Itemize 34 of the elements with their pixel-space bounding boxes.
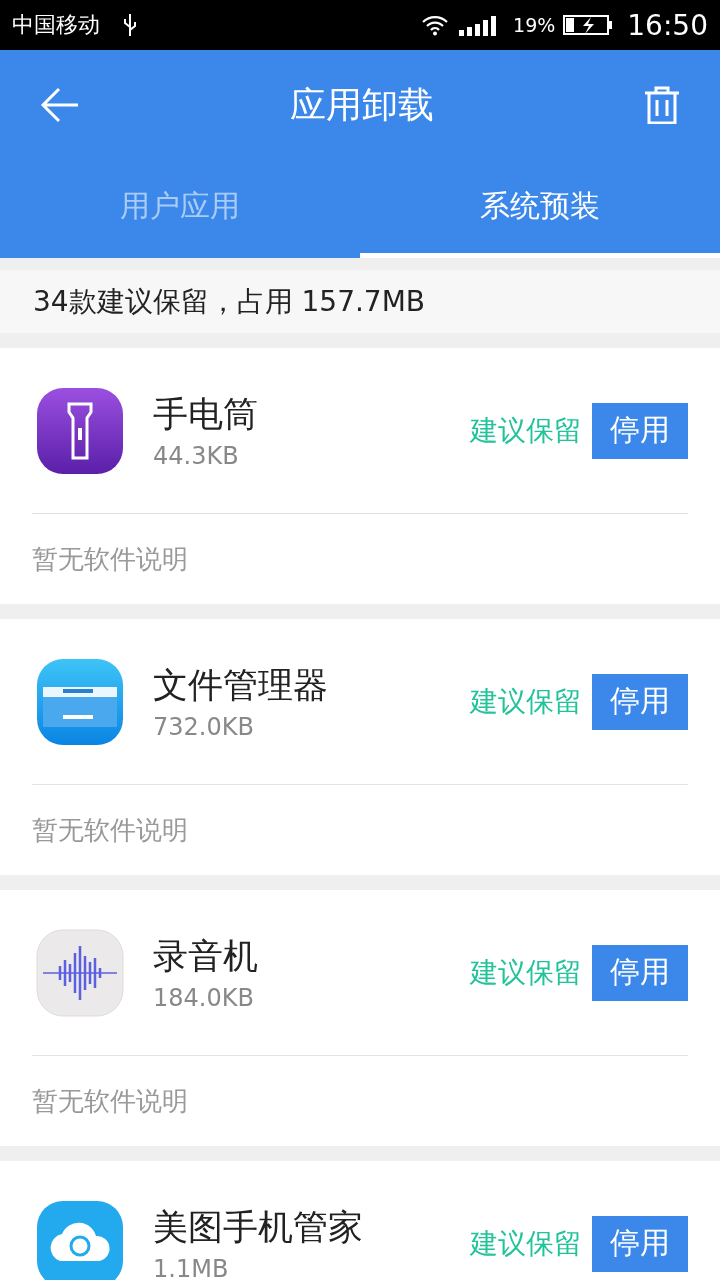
folder-icon — [35, 656, 125, 747]
app-name: 美图手机管家 — [153, 1206, 364, 1249]
app-size: 44.3KB — [153, 442, 240, 470]
app-name: 录音机 — [153, 935, 259, 978]
back-arrow-icon[interactable] — [40, 87, 80, 123]
advice-label: 建议保留 — [470, 1225, 582, 1262]
waveform-icon — [35, 927, 125, 1018]
advice-label: 建议保留 — [470, 412, 582, 449]
app-size: 1.1MB — [153, 1255, 230, 1280]
tab[interactable]: 用户应用 — [0, 160, 360, 258]
app-description: 暂无软件说明 — [32, 542, 188, 576]
summary-text: 34款建议保留，占用 157.7MB — [33, 283, 426, 320]
battery-percent: 19% — [513, 14, 556, 36]
app-size: 732.0KB — [153, 713, 255, 741]
disable-button[interactable]: 停用 — [592, 944, 688, 1001]
usb-icon — [122, 13, 138, 37]
app-name: 文件管理器 — [153, 664, 329, 707]
advice-label: 建议保留 — [470, 683, 582, 720]
advice-label: 建议保留 — [470, 954, 582, 991]
trash-icon[interactable] — [644, 86, 680, 124]
tab[interactable]: 系统预装 — [360, 160, 720, 258]
app-size: 184.0KB — [153, 984, 255, 1012]
clock-time: 16:50 — [627, 8, 708, 42]
flashlight-icon — [35, 385, 125, 476]
app-description: 暂无软件说明 — [32, 813, 188, 847]
disable-button[interactable]: 停用 — [592, 402, 688, 459]
wifi-icon — [421, 14, 450, 36]
app-description: 暂无软件说明 — [32, 1084, 188, 1118]
battery-charging-icon — [563, 14, 614, 36]
app-name: 手电筒 — [153, 393, 259, 436]
page-title: 应用卸载 — [290, 82, 434, 127]
carrier-name: 中国移动 — [12, 11, 100, 39]
disable-button[interactable]: 停用 — [592, 1215, 688, 1272]
disable-button[interactable]: 停用 — [592, 673, 688, 730]
